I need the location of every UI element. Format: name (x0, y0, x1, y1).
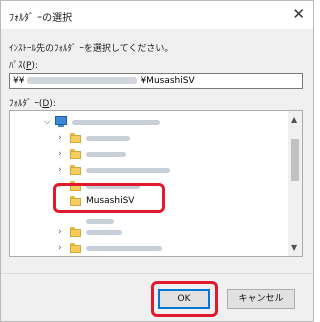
tree-item[interactable]: › (10, 225, 290, 239)
scroll-down-icon[interactable]: ▼ (291, 243, 297, 252)
redacted-folder-name (86, 136, 130, 141)
redacted-folder-name (86, 230, 122, 235)
redacted-path-segment (27, 77, 138, 84)
chevron-right-icon[interactable]: › (58, 147, 66, 161)
redacted-folder-name (86, 168, 170, 173)
redacted-folder-name (86, 246, 162, 251)
folder-select-dialog: ﾌｫﾙﾀﾞ ｰの選択 ✕ ｲﾝｽﾄｰﾙ先のﾌｫﾙﾀﾞ ｰを選択してください。 ﾊ… (0, 0, 314, 322)
path-label: ﾊﾟｽ(P): (9, 61, 38, 71)
folder-icon (70, 243, 81, 253)
chevron-right-icon[interactable]: › (58, 131, 66, 145)
scroll-thumb[interactable] (291, 139, 299, 181)
chevron-right-icon[interactable]: › (58, 225, 66, 239)
cancel-button[interactable]: キャンセル (227, 289, 295, 309)
tree-root-node[interactable]: ⌵ (10, 115, 290, 129)
folder-label: ﾌｫﾙﾀﾞ ｰ(D): (9, 99, 56, 109)
folder-icon (70, 149, 81, 159)
vertical-scrollbar[interactable]: ▲ ▼ (288, 111, 302, 256)
scroll-up-icon[interactable]: ▲ (291, 115, 297, 124)
folder-icon (70, 227, 81, 237)
redacted-folder-name (86, 152, 126, 157)
tree-item[interactable]: › (10, 147, 290, 161)
folder-icon (70, 133, 81, 143)
tree-item[interactable]: › (10, 163, 290, 177)
computer-stand (58, 125, 64, 127)
footer-divider (1, 273, 313, 274)
close-icon[interactable]: ✕ (292, 5, 305, 23)
instruction-text: ｲﾝｽﾄｰﾙ先のﾌｫﾙﾀﾞ ｰを選択してください。 (9, 44, 174, 54)
selection-highlight-annotation (53, 183, 165, 213)
title-bar: ﾌｫﾙﾀﾞ ｰの選択 ✕ (1, 1, 313, 29)
chevron-right-icon[interactable]: › (58, 241, 66, 255)
path-suffix: ¥MusashiSV (140, 76, 195, 86)
tree-item[interactable]: › (10, 131, 290, 145)
chevron-down-icon[interactable]: ⌵ (44, 115, 52, 129)
folder-icon (70, 165, 81, 175)
computer-icon (55, 116, 67, 125)
ok-highlight-annotation (151, 281, 218, 317)
window-title: ﾌｫﾙﾀﾞ ｰの選択 (9, 13, 73, 24)
tree-item[interactable]: › (10, 241, 290, 255)
path-input[interactable]: ¥¥ ¥MusashiSV (9, 73, 303, 89)
redacted-computer-name (72, 120, 160, 125)
redacted-folder-name (86, 219, 114, 224)
chevron-right-icon[interactable]: › (58, 163, 66, 177)
path-prefix: ¥¥ (13, 76, 25, 86)
